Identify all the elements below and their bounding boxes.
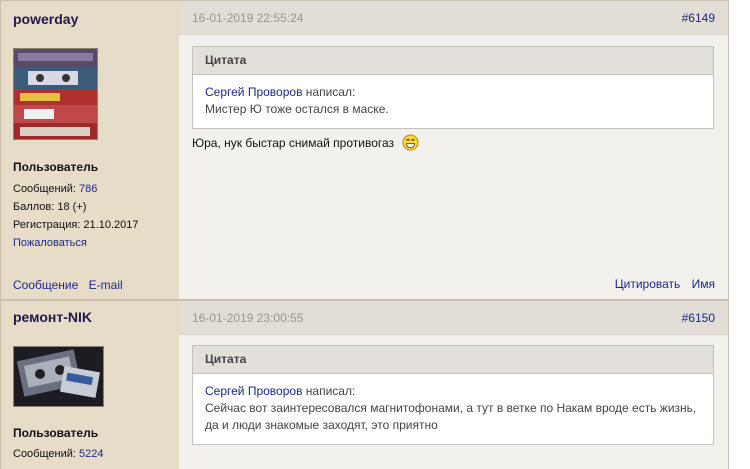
quote-line: да и люди знакомые заходят, это приятно [205,418,438,432]
points: Баллов: 18 (+) [13,201,86,213]
post-author-panel: powerday Пользователь Сообщений: 786 Бал… [1,1,179,299]
laughing-smiley-icon [402,134,419,154]
user-role: Пользователь [13,426,99,440]
post-header: 16-01-2019 23:00:55 #6150 [179,301,728,335]
post-text-body: Юра, нук быстар снимай противогаз [192,136,395,151]
message-link[interactable]: Сообщение [13,278,78,292]
post-actions: Цитировать Имя [607,277,715,291]
messages-count: Сообщений: 5224 [13,448,104,460]
quote-wrote: написал: [305,85,356,99]
complain-link[interactable]: Пожаловаться [13,237,87,249]
messages-count: Сообщений: 786 [13,183,97,195]
quote-attribution: Сергей Проворов написал: [205,84,701,101]
quote-body: Сергей Проворов написал: Мистер Ю тоже о… [193,75,713,128]
post-number-link[interactable]: #6150 [682,311,715,325]
post-content: 16-01-2019 22:55:24 #6149 Цитата Сергей … [179,1,728,299]
post-6150: ремонт-NIK Пользователь Сообщений: 5224 … [0,300,729,469]
post-date: 16-01-2019 23:00:55 [192,311,304,325]
points-value: 18 (+) [57,201,87,213]
quote-block: Цитата Сергей Проворов написал: Мистер Ю… [192,46,714,129]
quote-author-link[interactable]: Сергей Проворов [205,85,302,99]
messages-value[interactable]: 786 [79,183,97,195]
email-link[interactable]: E-mail [89,278,123,292]
contact-links: Сообщение E-mail [13,278,123,292]
post-text: Юра, нук быстар снимай противогаз [192,134,419,154]
quote-attribution: Сергей Проворов написал: [205,383,701,400]
quote-button[interactable]: Цитировать [615,277,681,291]
author-username[interactable]: powerday [13,11,78,27]
quote-title: Цитата [193,346,713,374]
quote-body: Сергей Проворов написал: Сейчас вот заин… [193,374,713,444]
messages-label: Сообщений: [13,448,76,460]
post-6149: powerday Пользователь Сообщений: 786 Бал… [0,0,729,300]
quote-author-link[interactable]: Сергей Проворов [205,384,302,398]
post-date: 16-01-2019 22:55:24 [192,11,304,25]
post-header: 16-01-2019 22:55:24 #6149 [179,1,728,35]
quote-line: Мистер Ю тоже остался в маске. [205,102,389,116]
post-content: 16-01-2019 23:00:55 #6150 Цитата Сергей … [179,301,728,469]
quote-line: Сейчас вот заинтересовался магнитофонами… [205,401,697,415]
quote-title: Цитата [193,47,713,75]
messages-label: Сообщений: [13,183,76,195]
user-role: Пользователь [13,160,99,174]
points-label: Баллов: [13,201,55,213]
author-username[interactable]: ремонт-NIK [13,309,92,325]
name-button[interactable]: Имя [692,277,715,291]
quote-block: Цитата Сергей Проворов написал: Сейчас в… [192,345,714,445]
registration-label: Регистрация: [13,219,81,231]
registration-value: 21.10.2017 [83,219,139,231]
messages-value[interactable]: 5224 [79,448,103,460]
post-number-link[interactable]: #6149 [682,11,715,25]
avatar [13,48,98,140]
post-author-panel: ремонт-NIK Пользователь Сообщений: 5224 [1,301,179,469]
quote-wrote: написал: [305,384,356,398]
registration: Регистрация: 21.10.2017 [13,219,138,231]
avatar [13,346,104,407]
